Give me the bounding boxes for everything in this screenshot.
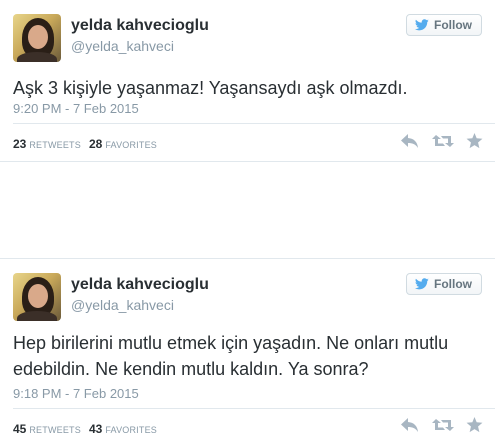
author-name[interactable]: yelda kahvecioglu [71,276,209,294]
follow-button[interactable]: Follow [406,273,482,295]
author-name[interactable]: yelda kahvecioglu [71,17,209,35]
tweet-stats: 23 RETWEETS 28 FAVORITES [13,137,157,151]
star-icon [466,133,483,149]
tweet-text: Hep birilerini mutlu etmek için yaşadın.… [13,333,449,379]
follow-button[interactable]: Follow [406,14,482,36]
follow-label: Follow [434,18,472,32]
reply-button[interactable] [400,417,420,433]
tweet-stats: 45 RETWEETS 43 FAVORITES [13,422,157,436]
tweet-timestamp[interactable]: 9:20 PM - 7 Feb 2015 [13,101,139,116]
favorite-label: FAVORITES [105,425,157,435]
favorite-button[interactable] [466,417,483,433]
avatar[interactable] [13,14,61,62]
reply-icon [401,134,418,148]
tweet-card: yelda kahvecioglu @yelda_kahveci Follow … [0,258,495,443]
star-icon [466,417,483,433]
favorite-label: FAVORITES [105,140,157,150]
retweet-count: 23 [13,137,27,151]
favorite-count-group[interactable]: 43 FAVORITES [89,422,157,436]
favorite-count: 43 [88,422,103,436]
retweet-count: 45 [13,422,27,436]
retweet-label: RETWEETS [29,140,81,150]
favorite-button[interactable] [466,133,483,149]
retweet-label: RETWEETS [29,425,81,435]
tweet-actions [400,133,483,149]
retweet-count-group[interactable]: 23 RETWEETS [13,137,81,151]
tweet-card: yelda kahvecioglu @yelda_kahveci Follow … [0,0,495,162]
retweet-button[interactable] [432,133,454,149]
tweet-actions [400,417,483,433]
reply-button[interactable] [400,133,420,149]
author-handle[interactable]: @yelda_kahveci [71,38,174,54]
favorite-count-group[interactable]: 28 FAVORITES [89,137,157,151]
retweet-icon [432,135,454,147]
tweet-timestamp[interactable]: 9:18 PM - 7 Feb 2015 [13,386,139,401]
reply-icon [401,418,418,432]
twitter-bird-icon [415,19,429,31]
retweet-icon [432,419,454,431]
author-handle[interactable]: @yelda_kahveci [71,297,174,313]
divider [13,123,495,124]
divider [13,408,495,409]
avatar[interactable] [13,273,61,321]
retweet-button[interactable] [432,417,454,433]
retweet-count-group[interactable]: 45 RETWEETS [13,422,81,436]
favorite-count: 28 [88,137,103,151]
tweet-text: Aşk 3 kişiyle yaşanmaz! Yaşansaydı aşk o… [13,78,408,98]
twitter-bird-icon [415,278,429,290]
follow-label: Follow [434,277,472,291]
